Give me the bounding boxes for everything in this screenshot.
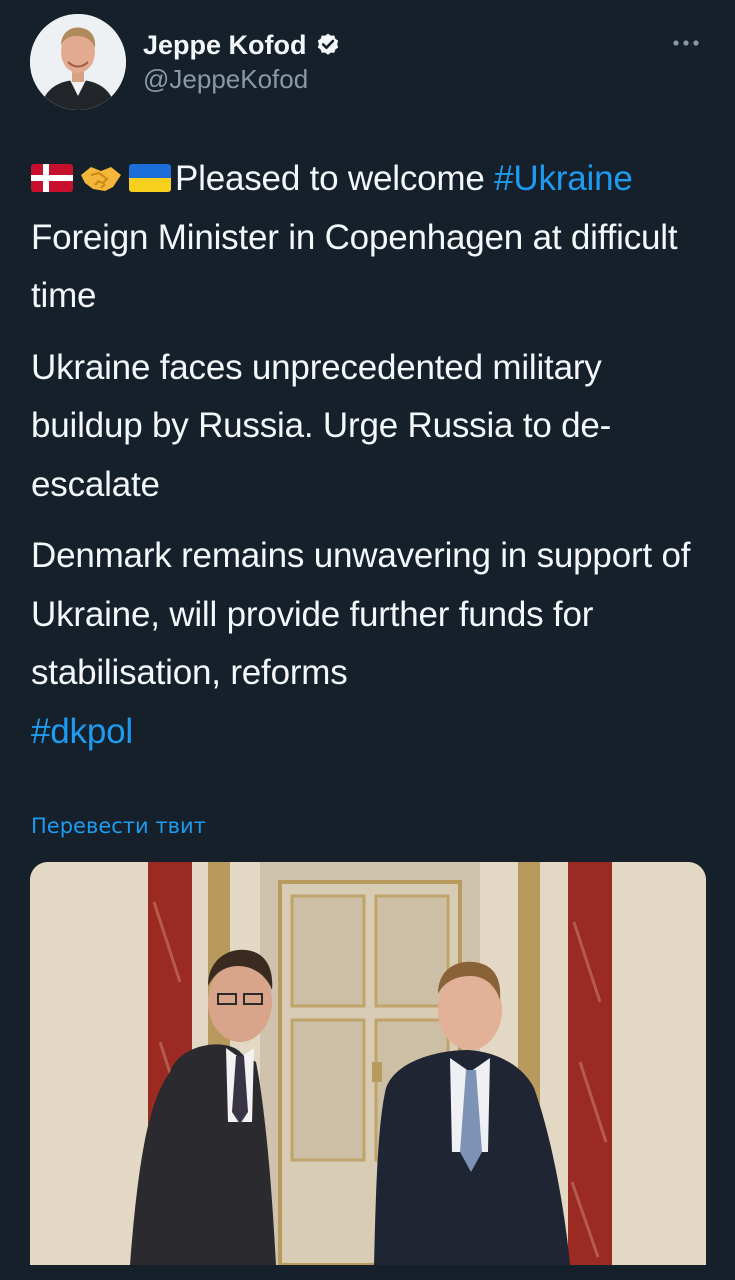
tweet-paragraph-3-text: Denmark remains unwavering in support of… <box>31 536 691 692</box>
tweet-text-intro-rest: Foreign Minister in Copenhagen at diffic… <box>31 217 678 316</box>
tweet-paragraph-3: Denmark remains unwavering in support of… <box>31 527 711 761</box>
ukraine-flag-icon <box>129 164 171 192</box>
hashtag-ukraine[interactable]: #Ukraine <box>494 159 633 198</box>
profile-photo <box>30 14 126 110</box>
tweet-text: Pleased to welcome #Ukraine Foreign Minis… <box>31 150 711 774</box>
author-display-name[interactable]: Jeppe Kofod <box>143 28 307 62</box>
translate-tweet-link[interactable]: Перевести твит <box>31 814 206 838</box>
tweet-paragraph-2: Ukraine faces unprecedented military bui… <box>31 347 612 504</box>
tweet-header: Jeppe Kofod @JeppeKofod <box>30 14 705 114</box>
denmark-flag-icon <box>31 164 73 192</box>
author-names: Jeppe Kofod @JeppeKofod <box>143 28 341 96</box>
tweet-text-intro: Pleased to welcome <box>175 159 495 198</box>
avatar[interactable] <box>30 14 126 110</box>
hashtag-dkpol[interactable]: #dkpol <box>31 712 133 751</box>
author-handle[interactable]: @JeppeKofod <box>143 62 341 96</box>
tweet-photo[interactable] <box>30 862 706 1265</box>
handshake-icon <box>81 167 121 191</box>
tweet-paragraph-1: Pleased to welcome #Ukraine Foreign Minis… <box>31 150 711 326</box>
more-dots-icon[interactable] <box>671 36 701 50</box>
bottom-edge <box>0 1265 735 1280</box>
emoji-prefix <box>31 161 171 195</box>
photo-image <box>30 862 706 1265</box>
verified-badge-icon <box>315 32 341 58</box>
